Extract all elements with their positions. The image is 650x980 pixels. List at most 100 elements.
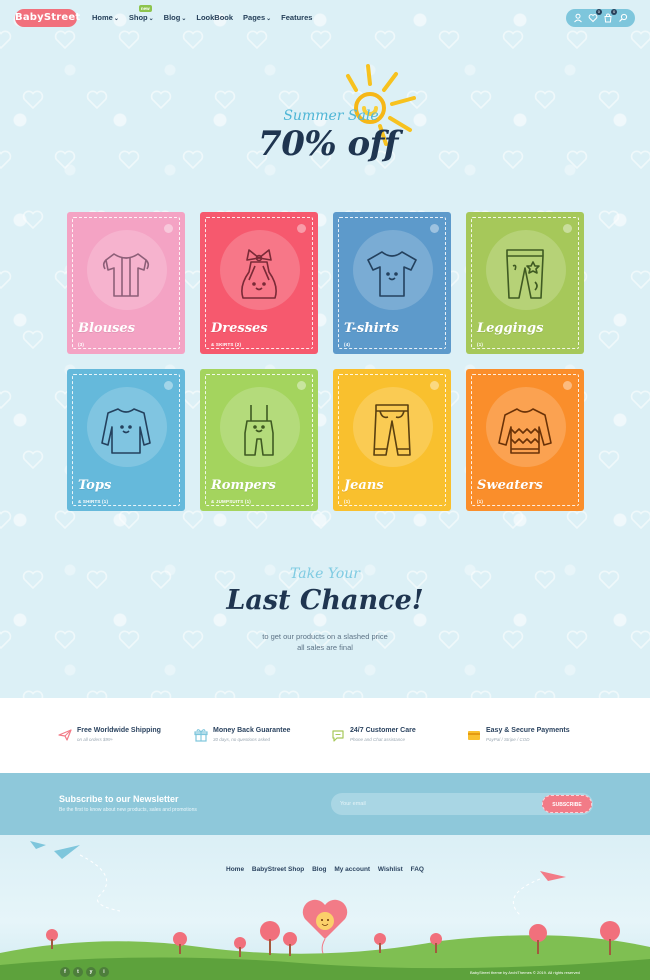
- cart-icon[interactable]: 0: [603, 9, 618, 23]
- card-icon: [468, 731, 480, 740]
- heart-pattern-icon: [342, 690, 364, 698]
- paper-plane-icon: [30, 841, 566, 916]
- cart-count: 0: [611, 9, 618, 15]
- heart-pattern-icon: [118, 150, 140, 170]
- footer-link-shop[interactable]: BabyStreet Shop: [252, 866, 304, 873]
- facebook-icon[interactable]: f: [60, 967, 70, 977]
- category-name: Tops: [78, 478, 112, 493]
- gift-icon: [194, 729, 208, 742]
- heart-pattern-icon: [22, 690, 44, 698]
- new-badge: new: [138, 5, 152, 12]
- last-chance-line-1: to get our products on a slashed price: [262, 632, 388, 641]
- category-card-dresses[interactable]: Dresses & SKIRTS (2): [200, 212, 318, 354]
- main-nav: Home⌄ Shop⌄ new Blog⌄ LookBook Pages⌄ Fea…: [92, 5, 312, 22]
- site-footer: Home BabyStreet Shop Blog My account Wis…: [0, 835, 650, 980]
- category-card-leggings[interactable]: Leggings (1): [466, 212, 584, 354]
- footer-link-blog[interactable]: Blog: [312, 866, 326, 873]
- heart-pattern-icon: [22, 210, 44, 230]
- category-card-tshirts[interactable]: T-shirts (4): [333, 212, 451, 354]
- nav-blog[interactable]: Blog⌄: [164, 13, 187, 22]
- category-card-jeans[interactable]: Jeans (1): [333, 369, 451, 511]
- feature-shipping: Free Worldwide Shipping on all orders $9…: [58, 727, 161, 747]
- user-icon[interactable]: [573, 13, 583, 23]
- footer-link-home[interactable]: Home: [226, 866, 244, 873]
- heart-pattern-icon: [534, 690, 556, 698]
- feature-title: Free Worldwide Shipping: [77, 727, 161, 734]
- nav-shop[interactable]: Shop⌄ new: [129, 5, 154, 22]
- footer-link-faq[interactable]: FAQ: [411, 866, 424, 873]
- footer-link-wishlist[interactable]: Wishlist: [378, 866, 403, 873]
- heart-pattern-icon: [470, 690, 492, 698]
- heart-pattern-icon: [534, 90, 556, 110]
- heart-pattern-icon: [86, 90, 108, 110]
- sale-headline: 70% off: [258, 124, 398, 164]
- category-name: Jeans: [344, 478, 384, 493]
- heart-pattern-icon: [630, 390, 650, 410]
- heart-pattern-icon: [630, 510, 650, 530]
- heart-pattern-icon: [598, 210, 620, 230]
- category-card-tops[interactable]: Tops & SHIRTS (1): [67, 369, 185, 511]
- category-count: (3): [78, 342, 85, 347]
- category-count: (1): [344, 499, 351, 504]
- category-card-blouses[interactable]: Blouses (3): [67, 212, 185, 354]
- plane-icon: [58, 729, 72, 741]
- footer-link-account[interactable]: My account: [334, 866, 370, 873]
- twitter-icon[interactable]: t: [73, 967, 83, 977]
- category-count: & SKIRTS (2): [211, 342, 242, 347]
- nav-lookbook[interactable]: LookBook: [196, 13, 233, 22]
- wishlist-heart-icon[interactable]: 0: [588, 9, 602, 23]
- heart-pattern-icon: [438, 510, 460, 530]
- heart-pattern-icon: [214, 90, 236, 110]
- feature-customer-care: 24/7 Customer Care Phone and Chat assist…: [331, 727, 416, 747]
- heart-pattern-icon: [598, 330, 620, 350]
- heart-pattern-icon: [214, 690, 236, 698]
- last-chance-title: Last Chance!: [226, 585, 424, 616]
- category-count: (4): [344, 342, 351, 347]
- heart-pattern-icon: [0, 390, 12, 410]
- heart-pattern-icon: [406, 690, 428, 698]
- heart-pattern-icon: [22, 330, 44, 350]
- summer-sale-banner[interactable]: Summer Sale 70% off: [250, 58, 440, 178]
- heart-pattern-icon: [0, 150, 12, 170]
- feature-money-back: Money Back Guarantee 30 days, no questio…: [194, 727, 290, 747]
- feature-subtitle: PayPal / Stripe / COD: [486, 737, 530, 742]
- subscribe-button[interactable]: SUBSCRIBE: [542, 795, 592, 813]
- category-card-sweaters[interactable]: Sweaters (1): [466, 369, 584, 511]
- heart-pattern-icon: [310, 510, 332, 530]
- feature-subtitle: Phone and Chat assistance: [350, 737, 406, 742]
- nav-home[interactable]: Home⌄: [92, 13, 119, 22]
- youtube-icon[interactable]: y: [86, 967, 96, 977]
- header-icon-group: 0 0: [566, 9, 635, 27]
- nav-pages[interactable]: Pages⌄: [243, 13, 271, 22]
- search-icon[interactable]: [618, 13, 628, 23]
- heart-pattern-icon: [598, 450, 620, 470]
- heart-kite-icon: [302, 899, 348, 962]
- heart-pattern-icon: [246, 510, 268, 530]
- category-name: Sweaters: [477, 478, 543, 493]
- feature-title: Money Back Guarantee: [213, 727, 291, 734]
- footer-landscape: [0, 841, 650, 980]
- heart-pattern-icon: [22, 90, 44, 110]
- heart-pattern-icon: [278, 690, 300, 698]
- heart-pattern-icon: [502, 510, 524, 530]
- category-count: & SHIRTS (1): [78, 499, 109, 504]
- instagram-icon[interactable]: i: [99, 967, 109, 977]
- footer-nav: Home BabyStreet Shop Blog My account Wis…: [0, 866, 650, 873]
- site-logo[interactable]: BabyStreet: [15, 9, 80, 27]
- category-card-rompers[interactable]: Rompers & JUMPSUITS (1): [200, 369, 318, 511]
- last-chance-kicker: Take Your: [290, 566, 360, 582]
- heart-pattern-icon: [150, 90, 172, 110]
- nav-features[interactable]: Features: [281, 13, 312, 22]
- copyright-text: BabyStreet theme by ArchiThemes © 2019. …: [470, 970, 580, 975]
- heart-pattern-icon: [150, 690, 172, 698]
- heart-pattern-icon: [118, 510, 140, 530]
- feature-subtitle: 30 days, no questions asked: [213, 737, 271, 742]
- heart-pattern-icon: [566, 150, 588, 170]
- heart-pattern-icon: [598, 90, 620, 110]
- heart-pattern-icon: [54, 510, 76, 530]
- sale-kicker: Summer Sale: [283, 108, 379, 124]
- newsletter-subtitle: Be the first to know about new products,…: [59, 807, 197, 813]
- heart-pattern-icon: [0, 270, 12, 290]
- feature-title: Easy & Secure Payments: [486, 727, 570, 734]
- heart-pattern-icon: [54, 150, 76, 170]
